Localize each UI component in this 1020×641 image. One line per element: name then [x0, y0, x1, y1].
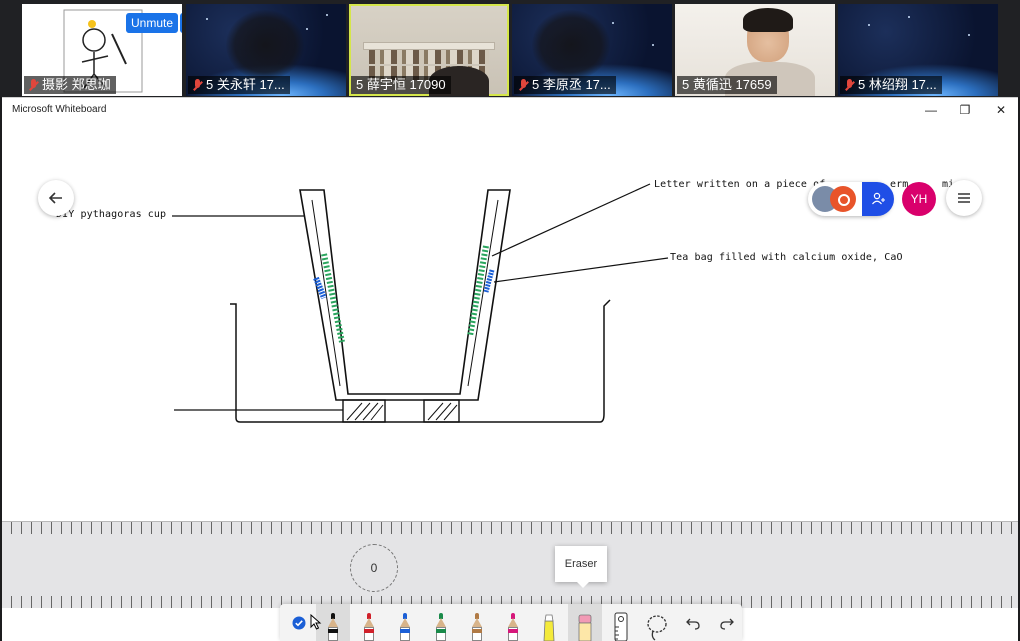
- participant-tile[interactable]: 5 黄循迅 17659: [675, 4, 835, 96]
- eraser-tooltip: Eraser: [555, 546, 607, 588]
- collaborator-avatar[interactable]: [830, 186, 856, 212]
- mic-muted-icon: [845, 78, 854, 92]
- redo-icon: [720, 618, 734, 630]
- inking-toolbar: [280, 604, 742, 641]
- ruler-icon: [614, 612, 628, 641]
- star: [868, 24, 870, 26]
- user-avatar[interactable]: YH: [902, 182, 936, 216]
- lasso-tool[interactable]: [640, 604, 674, 641]
- participant-tile-active-speaker[interactable]: 5 薛宇恒 17090: [349, 4, 509, 96]
- check-circle-icon: [292, 616, 306, 629]
- participant-silhouette: [226, 10, 304, 80]
- pen-icon: [364, 613, 374, 641]
- shelf-items: [369, 50, 489, 64]
- video-strip: Unmute ··· 摄影 郑思珈 5 关永轩 17... 5 薛宇恒 1709…: [0, 0, 1020, 97]
- star: [652, 44, 654, 46]
- title-bar: Microsoft Whiteboard — ❐ ✕: [2, 98, 1018, 122]
- leader-line-teabag: [493, 257, 669, 283]
- add-person-icon: [872, 192, 885, 205]
- participant-name-text: 5 李原丞 17...: [532, 77, 611, 92]
- star: [908, 16, 910, 18]
- pen-icon: [508, 613, 518, 641]
- highlighter-icon: [543, 614, 555, 641]
- cup-inner-wall: [311, 199, 499, 387]
- participant-name: 5 李原丞 17...: [514, 76, 616, 94]
- ruler-ticks: [2, 522, 1018, 534]
- pen-icon: [436, 613, 446, 641]
- redo-button[interactable]: [710, 604, 744, 641]
- participant-silhouette: [532, 10, 610, 80]
- collaborators-group[interactable]: [808, 182, 894, 216]
- ruler-angle-dial[interactable]: 0: [350, 544, 398, 592]
- participant-name: 5 黄循迅 17659: [677, 76, 777, 94]
- pen-blue[interactable]: [388, 604, 422, 641]
- pen-red[interactable]: [352, 604, 386, 641]
- lasso-icon: [647, 615, 667, 641]
- ruler-tool[interactable]: [604, 604, 638, 641]
- star: [968, 34, 970, 36]
- shelf: [363, 42, 495, 50]
- eraser-icon: [578, 614, 592, 641]
- annotation-teabag: Tea bag filled with calcium oxide, CaO: [670, 252, 903, 263]
- minimize-button[interactable]: —: [914, 98, 948, 122]
- participant-tile[interactable]: Unmute ··· 摄影 郑思珈: [22, 4, 182, 96]
- participant-tile[interactable]: 5 李原丞 17...: [512, 4, 672, 96]
- pen-green[interactable]: [424, 604, 458, 641]
- ruler[interactable]: 0: [2, 521, 1018, 608]
- undo-icon: [686, 618, 700, 630]
- participant-name-text: 5 黄循迅 17659: [682, 77, 772, 92]
- participant-name-text: 摄影 郑思珈: [42, 77, 111, 92]
- restore-button[interactable]: ❐: [948, 98, 982, 122]
- undo-button[interactable]: [676, 604, 710, 641]
- mic-muted-icon: [519, 78, 528, 92]
- highlighter-tool[interactable]: [532, 604, 566, 641]
- annotation-letter: Letter written on a piece of: [654, 179, 826, 190]
- hamburger-icon: [958, 193, 970, 203]
- window-title: Microsoft Whiteboard: [12, 104, 107, 115]
- star: [206, 18, 208, 20]
- participant-tile[interactable]: 5 关永轩 17...: [186, 4, 346, 96]
- unmute-button[interactable]: Unmute: [126, 13, 178, 33]
- menu-button[interactable]: [946, 180, 982, 216]
- back-button[interactable]: [38, 180, 74, 216]
- arrow-left-icon: [48, 192, 62, 204]
- participant-name: 摄影 郑思珈: [24, 76, 116, 94]
- star: [326, 14, 328, 16]
- close-button[interactable]: ✕: [984, 98, 1018, 122]
- pen-magenta[interactable]: [496, 604, 530, 641]
- participant-name: 5 林绍翔 17...: [840, 76, 942, 94]
- mic-muted-icon: [193, 78, 202, 92]
- eraser-tool[interactable]: [568, 604, 602, 641]
- letter-right: [483, 269, 495, 293]
- participant-name-text: 5 关永轩 17...: [206, 77, 285, 92]
- star: [612, 22, 614, 24]
- pen-icon: [328, 613, 338, 641]
- participant-name-text: 5 薛宇恒 17090: [356, 77, 446, 92]
- participant-hair: [743, 8, 793, 32]
- participant-name-text: 5 林绍翔 17...: [858, 77, 937, 92]
- participant-name: 5 薛宇恒 17090: [351, 76, 451, 94]
- mouse-cursor-icon: [310, 614, 322, 630]
- pen-icon: [400, 613, 410, 641]
- whiteboard-canvas[interactable]: DIY pythagoras cup Letter written on a p…: [2, 122, 1018, 521]
- participant-tile[interactable]: 5 林绍翔 17...: [838, 4, 998, 96]
- pen-icon: [472, 613, 482, 641]
- participant-name: 5 关永轩 17...: [188, 76, 290, 94]
- container-outline: [230, 299, 611, 423]
- leader-line-letter: [491, 183, 651, 257]
- base-hatching: [346, 402, 458, 421]
- whiteboard-window: Microsoft Whiteboard — ❐ ✕ DIY pythagora…: [2, 97, 1018, 641]
- pen-brown[interactable]: [460, 604, 494, 641]
- annotation-cup: DIY pythagoras cup: [56, 209, 167, 220]
- mic-muted-icon: [29, 78, 38, 92]
- more-options-button[interactable]: ···: [180, 13, 182, 33]
- star: [306, 28, 308, 30]
